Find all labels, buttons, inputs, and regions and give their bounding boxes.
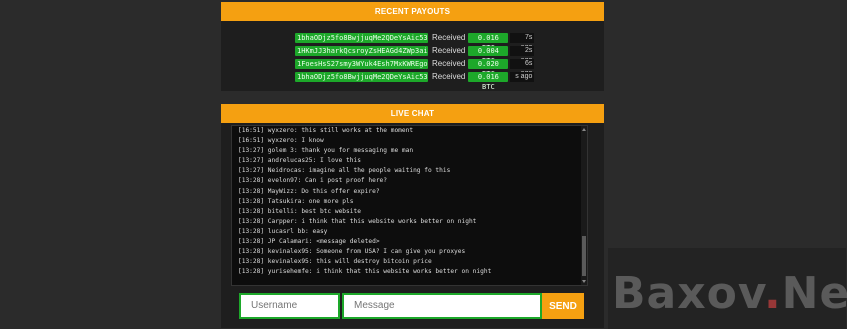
- payout-amount: 0.016 BTC: [468, 32, 509, 52]
- chat-message: [13:28] Carpper: i think that this websi…: [238, 217, 477, 225]
- send-button[interactable]: SEND: [542, 293, 584, 319]
- scrollbar-thumb[interactable]: [582, 236, 586, 276]
- live-chat-panel: LIVE CHAT [16:51] wyxzero: this still wo…: [221, 104, 604, 328]
- payout-address: 1FoesHsS27smy3WYuk4Esh7MxKWREgo...: [295, 58, 428, 69]
- payout-time: 7s ago: [510, 32, 535, 51]
- chat-message: [13:27] golem 3: thank you for messaging…: [238, 147, 414, 155]
- scroll-up-arrow-icon[interactable]: [582, 128, 586, 131]
- recent-payouts-header: RECENT PAYOUTS: [221, 2, 604, 21]
- payout-time: s ago: [510, 71, 535, 82]
- payout-amount: 0.004 BTC: [468, 45, 509, 65]
- chat-message: [13:28] lucasrl bb: easy: [238, 227, 328, 235]
- payout-row: 1bhaODjz5fo8BwjjuqMe2QDeYsAic53... Recei…: [295, 31, 535, 52]
- received-label: Received: [432, 59, 466, 68]
- chat-message: [13:28] yurisehemfe: i think that this w…: [238, 268, 492, 276]
- live-chat-header: LIVE CHAT: [221, 104, 604, 123]
- received-label: Received: [432, 72, 466, 81]
- payout-time: 6s ago: [510, 58, 535, 77]
- payout-row: 1FoesHsS27smy3WYuk4Esh7MxKWREgo... Recei…: [295, 57, 535, 78]
- chat-message: [13:27] andrelucas25: I love this: [238, 157, 361, 165]
- watermark-logo: Baxov.Net: [612, 268, 847, 319]
- payout-address: 1bhaODjz5fo8BwjjuqMe2QDeYsAic53...: [295, 32, 428, 43]
- chat-message: [13:28] evelon97: Can i post proof here?: [238, 177, 388, 185]
- chat-message: [13:28] MayWizz: Do this offer expire?: [238, 187, 380, 195]
- chat-scrollbar[interactable]: [581, 126, 587, 285]
- recent-payouts-panel: RECENT PAYOUTS 1bhaODjz5fo8BwjjuqMe2QDeY…: [221, 2, 604, 91]
- message-input[interactable]: [342, 293, 542, 319]
- chat-message: [13:28] JP Calamari: <message deleted>: [238, 238, 380, 246]
- payout-address: 1HKmJJ3harkQcsroyZsHEAGd4ZWp3ai...: [295, 45, 428, 56]
- payout-address: 1bhaODjz5fo8BwjjuqMe2QDeYsAic53...: [295, 71, 428, 82]
- chat-message: [16:51] wyxzero: this still works at the…: [238, 127, 414, 134]
- chat-log[interactable]: [16:51] wyxzero: this still works at the…: [231, 125, 588, 286]
- chat-message: [13:27] Neidrocas: imagine all the peopl…: [238, 167, 451, 175]
- payout-time: 2s ago: [510, 45, 535, 64]
- payout-row: 1bhaODjz5fo8BwjjuqMe2QDeYsAic53... Recei…: [295, 70, 535, 91]
- payout-list: 1bhaODjz5fo8BwjjuqMe2QDeYsAic53... Recei…: [295, 31, 535, 91]
- scroll-down-arrow-icon[interactable]: [582, 280, 586, 283]
- payout-amount: 0.020 BTC: [468, 58, 509, 78]
- chat-message: [13:28] kevinalex95: Someone from USA? I…: [238, 248, 466, 256]
- username-input[interactable]: [239, 293, 340, 319]
- payout-row: 1HKmJJ3harkQcsroyZsHEAGd4ZWp3ai... Recei…: [295, 44, 535, 65]
- chat-message: [16:51] wyxzero: I know: [238, 137, 324, 145]
- received-label: Received: [432, 46, 466, 55]
- received-label: Received: [432, 33, 466, 42]
- payout-amount: 0.016 BTC: [468, 71, 509, 91]
- chat-message: [13:28] kevinalex95: this will destroy b…: [238, 258, 432, 266]
- chat-message: [13:28] Tatsukira: one more pls: [238, 197, 354, 205]
- chat-message: [13:28] bitelli: best btc website: [238, 207, 361, 215]
